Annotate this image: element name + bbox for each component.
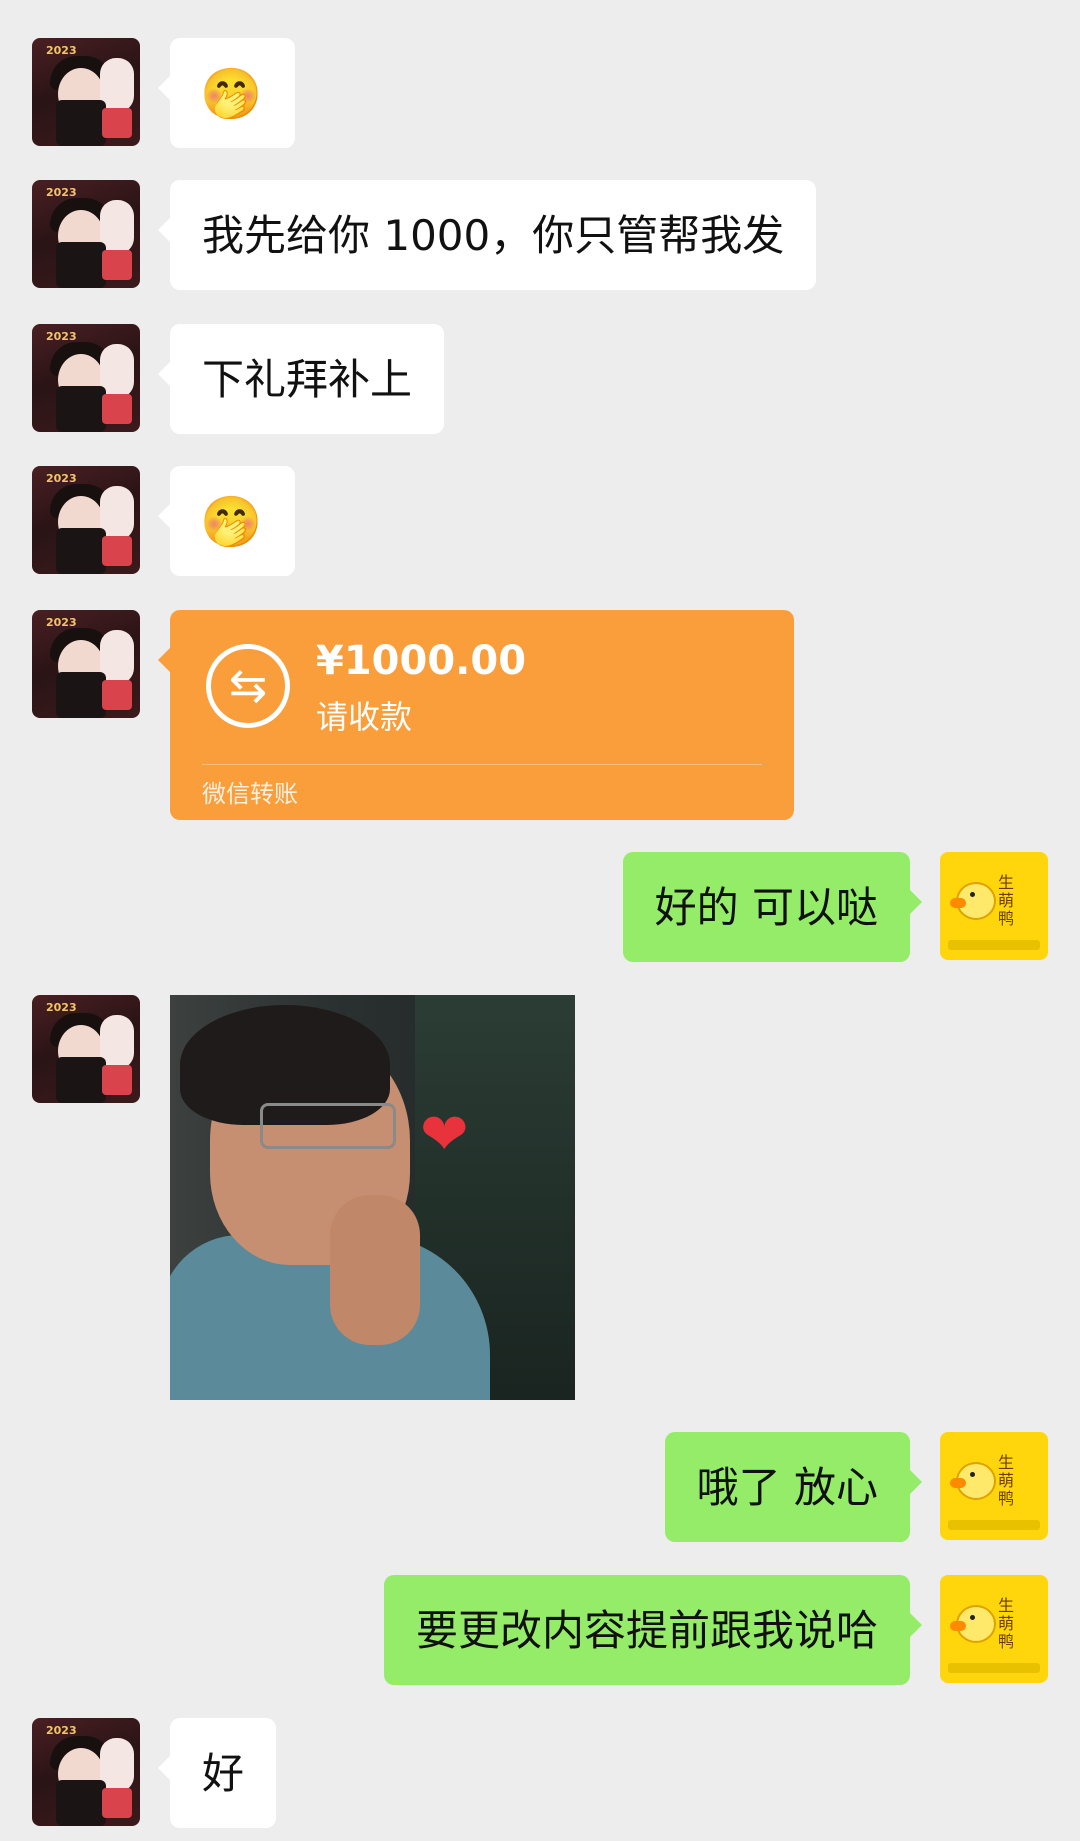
text-message-bubble[interactable]: 要更改内容提前跟我说哈 — [383, 1575, 923, 1685]
self-avatar[interactable]: 生萌鸭 — [940, 1432, 1048, 1540]
contact-avatar[interactable]: 2023 — [32, 180, 140, 288]
text-message-bubble[interactable]: 好 — [157, 1718, 277, 1828]
message-row: 2023 下礼拜补上 — [0, 324, 1080, 434]
transfer-status: 请收款 — [316, 698, 413, 736]
emoji-message-bubble[interactable]: 🤭 — [158, 38, 295, 148]
covering-mouth-emoji-icon: 🤭 — [200, 65, 263, 123]
text-message-bubble[interactable]: 哦了 放心 — [664, 1432, 923, 1542]
message-row: 2023 ❤ — [0, 995, 1080, 1400]
image-message[interactable]: ❤ — [170, 995, 575, 1400]
divider — [202, 764, 762, 765]
wechat-transfer-card[interactable]: ⇆ ¥1000.00 请收款 微信转账 — [158, 610, 794, 820]
text-message-bubble[interactable]: 我先给你 1000，你只管帮我发 — [157, 180, 817, 290]
emoji-message-bubble[interactable]: 🤭 — [158, 466, 295, 576]
text-message-bubble[interactable]: 下礼拜补上 — [157, 324, 445, 434]
message-row: 2023 好 — [0, 1718, 1080, 1828]
contact-avatar[interactable]: 2023 — [32, 610, 140, 718]
text-message-bubble[interactable]: 好的 可以哒 — [622, 852, 923, 962]
contact-avatar[interactable]: 2023 — [32, 324, 140, 432]
covering-mouth-emoji-icon: 🤭 — [200, 493, 263, 551]
message-row: 哦了 放心 生萌鸭 — [0, 1432, 1080, 1542]
message-row: 2023 🤭 — [0, 38, 1080, 148]
contact-avatar[interactable]: 2023 — [32, 466, 140, 574]
transfer-footer-label: 微信转账 — [202, 780, 298, 808]
transfer-arrows-icon: ⇆ — [206, 644, 290, 728]
self-avatar[interactable]: 生萌鸭 — [940, 852, 1048, 960]
contact-avatar[interactable]: 2023 — [32, 995, 140, 1103]
message-row: 要更改内容提前跟我说哈 生萌鸭 — [0, 1575, 1080, 1685]
message-row: 2023 🤭 — [0, 466, 1080, 576]
message-row: 2023 我先给你 1000，你只管帮我发 — [0, 180, 1080, 290]
contact-avatar[interactable]: 2023 — [32, 1718, 140, 1826]
message-row: 好的 可以哒 生萌鸭 — [0, 852, 1080, 962]
transfer-amount: ¥1000.00 — [316, 638, 527, 684]
self-avatar[interactable]: 生萌鸭 — [940, 1575, 1048, 1683]
contact-avatar[interactable]: 2023 — [32, 38, 140, 146]
message-row: 2023 ⇆ ¥1000.00 请收款 微信转账 — [0, 610, 1080, 820]
heart-icon: ❤ — [420, 1100, 469, 1168]
